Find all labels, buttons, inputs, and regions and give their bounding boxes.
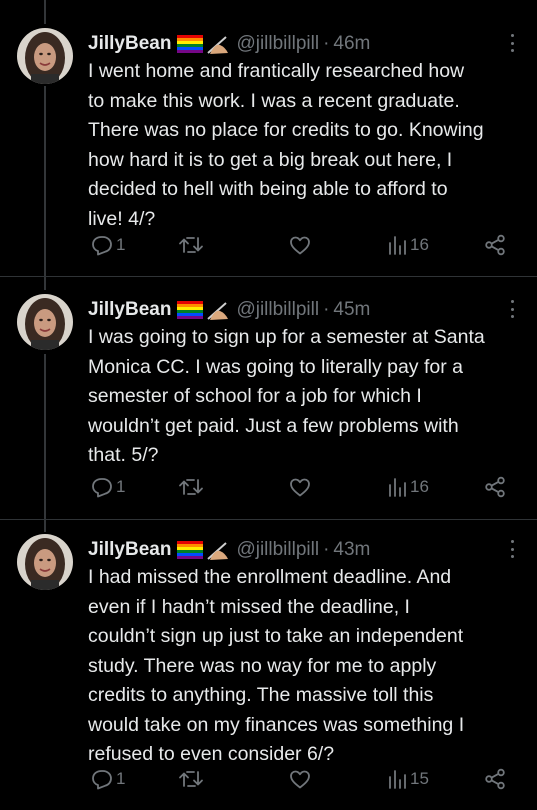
like-icon bbox=[290, 770, 310, 789]
rainbow-flag-icon bbox=[177, 541, 204, 559]
views-icon bbox=[389, 236, 406, 255]
tweet-text: I went home and frantically researched h… bbox=[88, 60, 484, 230]
share-button[interactable] bbox=[483, 474, 507, 500]
retweet-icon bbox=[179, 237, 203, 253]
views-button[interactable]: 15 bbox=[386, 766, 429, 792]
avatar[interactable] bbox=[17, 28, 73, 84]
tweet[interactable]: JillyBean @jillbillpill · 43m I had miss… bbox=[0, 534, 537, 810]
view-count: 16 bbox=[410, 477, 429, 496]
tweet-header: JillyBean @jillbillpill · 46m bbox=[88, 30, 517, 58]
tweet-actions: 1 16 bbox=[88, 232, 508, 258]
views-button[interactable]: 16 bbox=[386, 474, 429, 500]
avatar[interactable] bbox=[17, 534, 73, 590]
handle[interactable]: @jillbillpill bbox=[236, 33, 319, 55]
tweet-actions: 1 16 bbox=[88, 474, 508, 500]
handle[interactable]: @jillbillpill bbox=[236, 539, 319, 561]
tweet[interactable]: JillyBean @jillbillpill · 46m I went hom… bbox=[0, 28, 537, 277]
reply-count: 1 bbox=[116, 235, 126, 254]
more-options-icon[interactable] bbox=[509, 300, 515, 318]
writing-hand-icon bbox=[207, 36, 229, 54]
name-emoji bbox=[177, 539, 230, 561]
reply-icon bbox=[92, 770, 112, 790]
rainbow-flag-icon bbox=[177, 35, 204, 53]
reply-icon bbox=[92, 236, 112, 256]
views-icon bbox=[389, 770, 406, 789]
reply-icon bbox=[92, 478, 112, 498]
tweet-actions: 1 15 bbox=[88, 766, 508, 792]
tweet-text: I was going to sign up for a semester at… bbox=[88, 326, 485, 466]
timeline: JillyBean @jillbillpill · 46m I went hom… bbox=[0, 0, 537, 810]
name-emoji bbox=[177, 33, 230, 55]
tweet-text: I had missed the enrollment deadline. An… bbox=[88, 566, 465, 765]
display-name[interactable]: JillyBean bbox=[88, 33, 171, 55]
rainbow-flag-icon bbox=[177, 301, 204, 319]
tweet-header: JillyBean @jillbillpill · 43m bbox=[88, 536, 517, 564]
reply-count: 1 bbox=[116, 769, 126, 788]
share-icon bbox=[485, 768, 505, 790]
share-button[interactable] bbox=[483, 232, 507, 258]
separator-dot: · bbox=[323, 539, 330, 560]
reply-button[interactable]: 1 bbox=[90, 766, 125, 792]
retweet-button[interactable] bbox=[178, 474, 204, 500]
retweet-icon bbox=[179, 479, 203, 495]
thread-line-top bbox=[44, 0, 46, 24]
share-icon bbox=[485, 476, 505, 498]
reply-count: 1 bbox=[116, 477, 126, 496]
like-button[interactable] bbox=[288, 232, 312, 258]
timestamp[interactable]: 46m bbox=[333, 33, 370, 55]
like-icon bbox=[290, 478, 310, 497]
timestamp[interactable]: 45m bbox=[333, 299, 370, 321]
writing-hand-icon bbox=[207, 542, 229, 560]
share-button[interactable] bbox=[483, 766, 507, 792]
more-options-icon[interactable] bbox=[509, 540, 515, 558]
views-button[interactable]: 16 bbox=[386, 232, 429, 258]
separator-dot: · bbox=[323, 33, 330, 54]
timestamp[interactable]: 43m bbox=[333, 539, 370, 561]
display-name[interactable]: JillyBean bbox=[88, 299, 171, 321]
tweet-header: JillyBean @jillbillpill · 45m bbox=[88, 296, 517, 324]
retweet-button[interactable] bbox=[178, 766, 204, 792]
tweet[interactable]: JillyBean @jillbillpill · 45m I was goin… bbox=[0, 294, 537, 520]
reply-button[interactable]: 1 bbox=[90, 232, 125, 258]
view-count: 15 bbox=[410, 769, 429, 788]
retweet-button[interactable] bbox=[178, 232, 204, 258]
like-icon bbox=[290, 236, 310, 255]
retweet-icon bbox=[179, 771, 203, 787]
more-options-icon[interactable] bbox=[509, 34, 515, 52]
name-emoji bbox=[177, 299, 230, 321]
like-button[interactable] bbox=[288, 766, 312, 792]
separator-dot: · bbox=[323, 299, 330, 320]
share-icon bbox=[485, 234, 505, 256]
writing-hand-icon bbox=[207, 302, 229, 320]
views-icon bbox=[389, 478, 406, 497]
reply-button[interactable]: 1 bbox=[90, 474, 125, 500]
display-name[interactable]: JillyBean bbox=[88, 539, 171, 561]
avatar[interactable] bbox=[17, 294, 73, 350]
view-count: 16 bbox=[410, 235, 429, 254]
handle[interactable]: @jillbillpill bbox=[236, 299, 319, 321]
like-button[interactable] bbox=[288, 474, 312, 500]
